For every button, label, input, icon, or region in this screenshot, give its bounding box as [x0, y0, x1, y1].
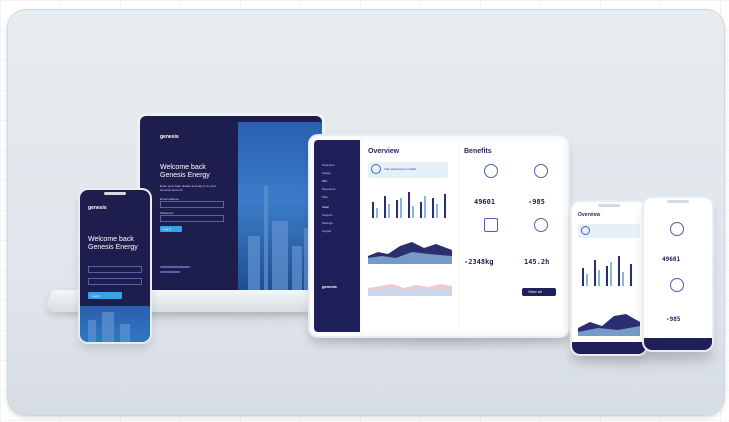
gauge-icon	[484, 164, 498, 178]
info-icon	[371, 164, 381, 174]
phone-left-brand: genesis	[88, 205, 107, 211]
tablet-stat-1: -985	[528, 198, 545, 206]
phone-left-login-button[interactable]: Log in	[88, 292, 122, 299]
phone-mid-chip	[578, 224, 640, 238]
phone-middle: Overview	[572, 202, 646, 354]
tablet-line-chart	[368, 284, 452, 296]
phone-left-login-label: Log in	[92, 294, 101, 298]
tablet-overview-title: Overview	[368, 148, 400, 155]
tablet-dashboard: Overview Usage Bills Payments Plan Solar…	[310, 136, 568, 336]
phone-right-value-0: 49601	[662, 256, 681, 263]
tablet-area-chart	[368, 242, 452, 264]
mockup-card: genesis Welcome back Genesis Energy Ente…	[8, 10, 724, 415]
battery-icon	[484, 218, 498, 232]
phone-mid-area-chart	[578, 314, 640, 336]
tablet-overview-pane: Overview Your account is in credit	[362, 140, 458, 332]
tablet-stat-3: 145.2h	[524, 258, 550, 266]
gauge-icon	[670, 222, 684, 236]
tablet-chip-text: Your account is in credit	[384, 167, 416, 171]
tablet-sidebar: Overview Usage Bills Payments Plan Solar…	[314, 140, 360, 332]
phone-left-email-input[interactable]	[88, 266, 142, 273]
tablet-cta-button[interactable]: View all	[522, 288, 556, 296]
info-icon	[581, 226, 590, 235]
tablet-stat-2: -2348kg	[464, 258, 494, 266]
tablet-nav-item-4[interactable]: Plan	[322, 194, 328, 200]
tablet-benefits-pane: Benefits 49601 -985 -2348kg 145.2h View …	[460, 140, 564, 332]
laptop-brand: genesis	[160, 134, 179, 140]
laptop-password-input[interactable]	[160, 215, 224, 222]
tablet-nav-item-0[interactable]: Overview	[322, 162, 335, 168]
phone-left-city-photo	[80, 306, 150, 342]
tablet-nav-item-1[interactable]: Usage	[322, 170, 331, 176]
phone-right-value-1: -985	[666, 316, 681, 323]
droplet-icon	[534, 218, 548, 232]
person-icon	[670, 278, 684, 292]
tablet-benefits-title: Benefits	[464, 148, 492, 155]
phone-right: 49601 -985	[644, 198, 712, 350]
phone-left-headline: Welcome back Genesis Energy	[88, 236, 138, 251]
person-icon	[534, 164, 548, 178]
tablet-brand: genesis	[322, 284, 337, 289]
tablet-status-chip: Your account is in credit	[368, 162, 448, 178]
tablet-nav-item-6[interactable]: Support	[322, 212, 333, 218]
laptop-login-screen: genesis Welcome back Genesis Energy Ente…	[140, 116, 322, 296]
tablet-nav-item-5[interactable]: Solar	[322, 204, 329, 210]
tablet-nav-item-8[interactable]: Logout	[322, 228, 331, 234]
tablet-nav-item-3[interactable]: Payments	[322, 186, 335, 192]
tablet-nav-item-7[interactable]: Settings	[322, 220, 333, 226]
tablet-bar-chart	[368, 190, 452, 218]
phone-mid-tabbar	[572, 342, 646, 354]
laptop-headline: Welcome back Genesis Energy	[160, 164, 210, 179]
phone-mid-title: Overview	[578, 212, 601, 218]
phone-left: genesis Welcome back Genesis Energy Log …	[80, 190, 150, 342]
laptop-login-button[interactable]: Log in	[160, 226, 182, 232]
tablet-cta-label: View all	[528, 289, 542, 294]
tablet-stat-0: 49601	[474, 198, 496, 206]
tablet-nav-item-2[interactable]: Bills	[322, 178, 328, 184]
laptop-subtext: Enter your login details and sign in to …	[160, 184, 216, 192]
laptop-login-label: Log in	[163, 227, 172, 231]
laptop-email-input[interactable]	[160, 201, 224, 208]
phone-right-tabbar	[644, 338, 712, 350]
phone-left-password-input[interactable]	[88, 278, 142, 285]
phone-mid-bar-chart	[578, 254, 640, 286]
